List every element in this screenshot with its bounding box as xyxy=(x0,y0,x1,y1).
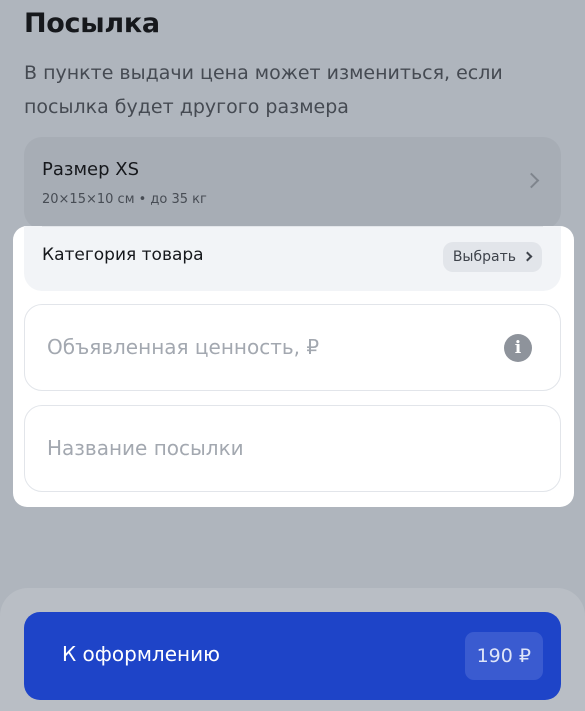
bottom-bar: К оформлению 190 ₽ xyxy=(0,588,585,711)
chevron-right-icon xyxy=(523,172,540,189)
parcel-name-field[interactable] xyxy=(24,405,561,492)
page-subtitle: В пункте выдачи цена может измениться, е… xyxy=(24,62,503,118)
size-selector[interactable]: Размер XS 20×15×10 см • до 35 кг xyxy=(24,137,561,229)
category-row[interactable]: Категория товара Выбрать xyxy=(24,226,561,291)
checkout-button[interactable]: К оформлению 190 ₽ xyxy=(24,612,561,700)
info-icon[interactable]: i xyxy=(504,334,532,362)
choose-category-button[interactable]: Выбрать xyxy=(442,242,542,272)
parcel-screen: Посылка В пункте выдачи цена может измен… xyxy=(0,0,585,711)
size-title: Размер XS xyxy=(42,159,140,180)
declared-value-field[interactable]: i xyxy=(24,304,561,391)
category-label: Категория товара xyxy=(42,245,204,265)
size-details: 20×15×10 см • до 35 кг xyxy=(42,192,207,207)
declared-value-input[interactable] xyxy=(47,305,487,389)
checkout-label: К оформлению xyxy=(62,642,220,666)
choose-category-label: Выбрать xyxy=(452,249,516,265)
highlighted-panel: Категория товара Выбрать i xyxy=(13,226,574,507)
checkout-price-badge: 190 ₽ xyxy=(464,632,543,680)
divider xyxy=(42,226,543,227)
page-title: Посылка xyxy=(24,8,160,39)
parcel-name-input[interactable] xyxy=(47,406,487,490)
chevron-right-icon xyxy=(522,251,533,262)
